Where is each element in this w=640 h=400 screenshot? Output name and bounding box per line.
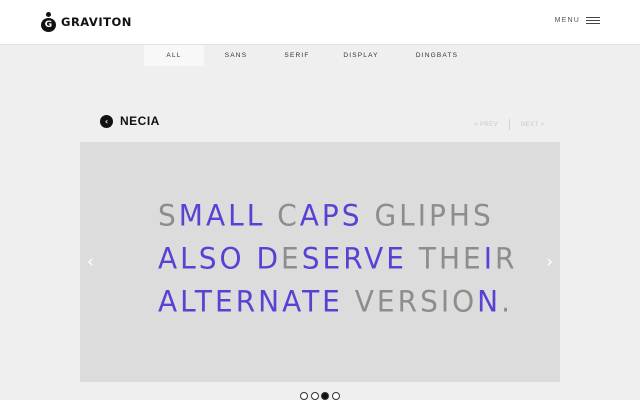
specimen-segment: ALTERNATE (158, 284, 343, 319)
logo-dot (46, 12, 51, 17)
specimen-line: SMALL CAPS GLIPHS (158, 193, 498, 238)
specimen-segment: ALSO (158, 241, 245, 276)
tab-sans[interactable]: SANS (204, 45, 268, 66)
brand-logo[interactable]: G GRAVITON (40, 12, 132, 32)
font-name: NECIA (120, 114, 160, 128)
specimen-segment: GLIPHS (362, 198, 494, 233)
chevron-left-circle-icon[interactable]: ‹ (100, 114, 113, 128)
specimen-segment: S (158, 198, 179, 233)
specimen-segment: VERSIO (342, 284, 478, 319)
specimen-segment: . (501, 284, 514, 319)
logo-letter: G (41, 18, 56, 32)
specimen-segment: N (477, 284, 502, 319)
next-font-link[interactable]: NEXT > (521, 122, 544, 128)
specimen-line: ALTERNATE VERSION. (158, 279, 510, 324)
top-navigation-bar: G GRAVITON MENU (0, 0, 640, 45)
slider-dot[interactable] (331, 392, 340, 400)
font-title: ‹ NECIA (100, 114, 160, 128)
chevron-left-icon[interactable]: ‹ (87, 254, 94, 271)
specimen-segment: THE (406, 241, 484, 276)
tab-dingbats[interactable]: DINGBATS (396, 45, 478, 66)
specimen-segment: E (281, 241, 302, 276)
tab-all[interactable]: ALL (144, 45, 204, 66)
specimen-segment: APS (299, 198, 363, 233)
hamburger-icon (586, 17, 600, 24)
slider-dot[interactable] (310, 392, 319, 400)
specimen-segment: SERVE (301, 241, 407, 276)
specimen-text: SMALL CAPS GLIPHS ALSO DESERVE THEIR ALTER… (158, 193, 514, 324)
specimen-segment: R (495, 241, 518, 276)
graviton-logo-icon: G (40, 12, 58, 32)
category-tabs: ALL SANS SERIF DISPLAY DINGBATS (144, 45, 478, 66)
specimen-segment: C (277, 198, 300, 233)
chevron-right-icon[interactable]: › (546, 254, 553, 271)
specimen-line: ALSO DESERVE THEIR (158, 236, 514, 281)
specimen-segment (245, 241, 257, 276)
specimen-slide: ‹ SMALL CAPS GLIPHS ALSO DESERVE THEIR ALT… (80, 142, 560, 382)
slider-pagination (300, 392, 342, 400)
font-pager: < PREV NEXT > (474, 119, 544, 130)
brand-name: GRAVITON (61, 15, 132, 29)
specimen-segment (265, 198, 277, 233)
menu-button[interactable]: MENU (555, 17, 600, 24)
tab-serif[interactable]: SERIF (268, 45, 326, 66)
slider-dot[interactable] (321, 392, 329, 400)
specimen-segment: MALL (178, 198, 266, 233)
specimen-segment: I (483, 241, 495, 276)
prev-font-link[interactable]: < PREV (474, 122, 498, 128)
menu-label: MENU (554, 17, 580, 24)
slider-dot[interactable] (300, 392, 308, 400)
specimen-segment: D (256, 241, 282, 276)
tab-display[interactable]: DISPLAY (326, 45, 396, 66)
pager-divider (508, 119, 510, 130)
